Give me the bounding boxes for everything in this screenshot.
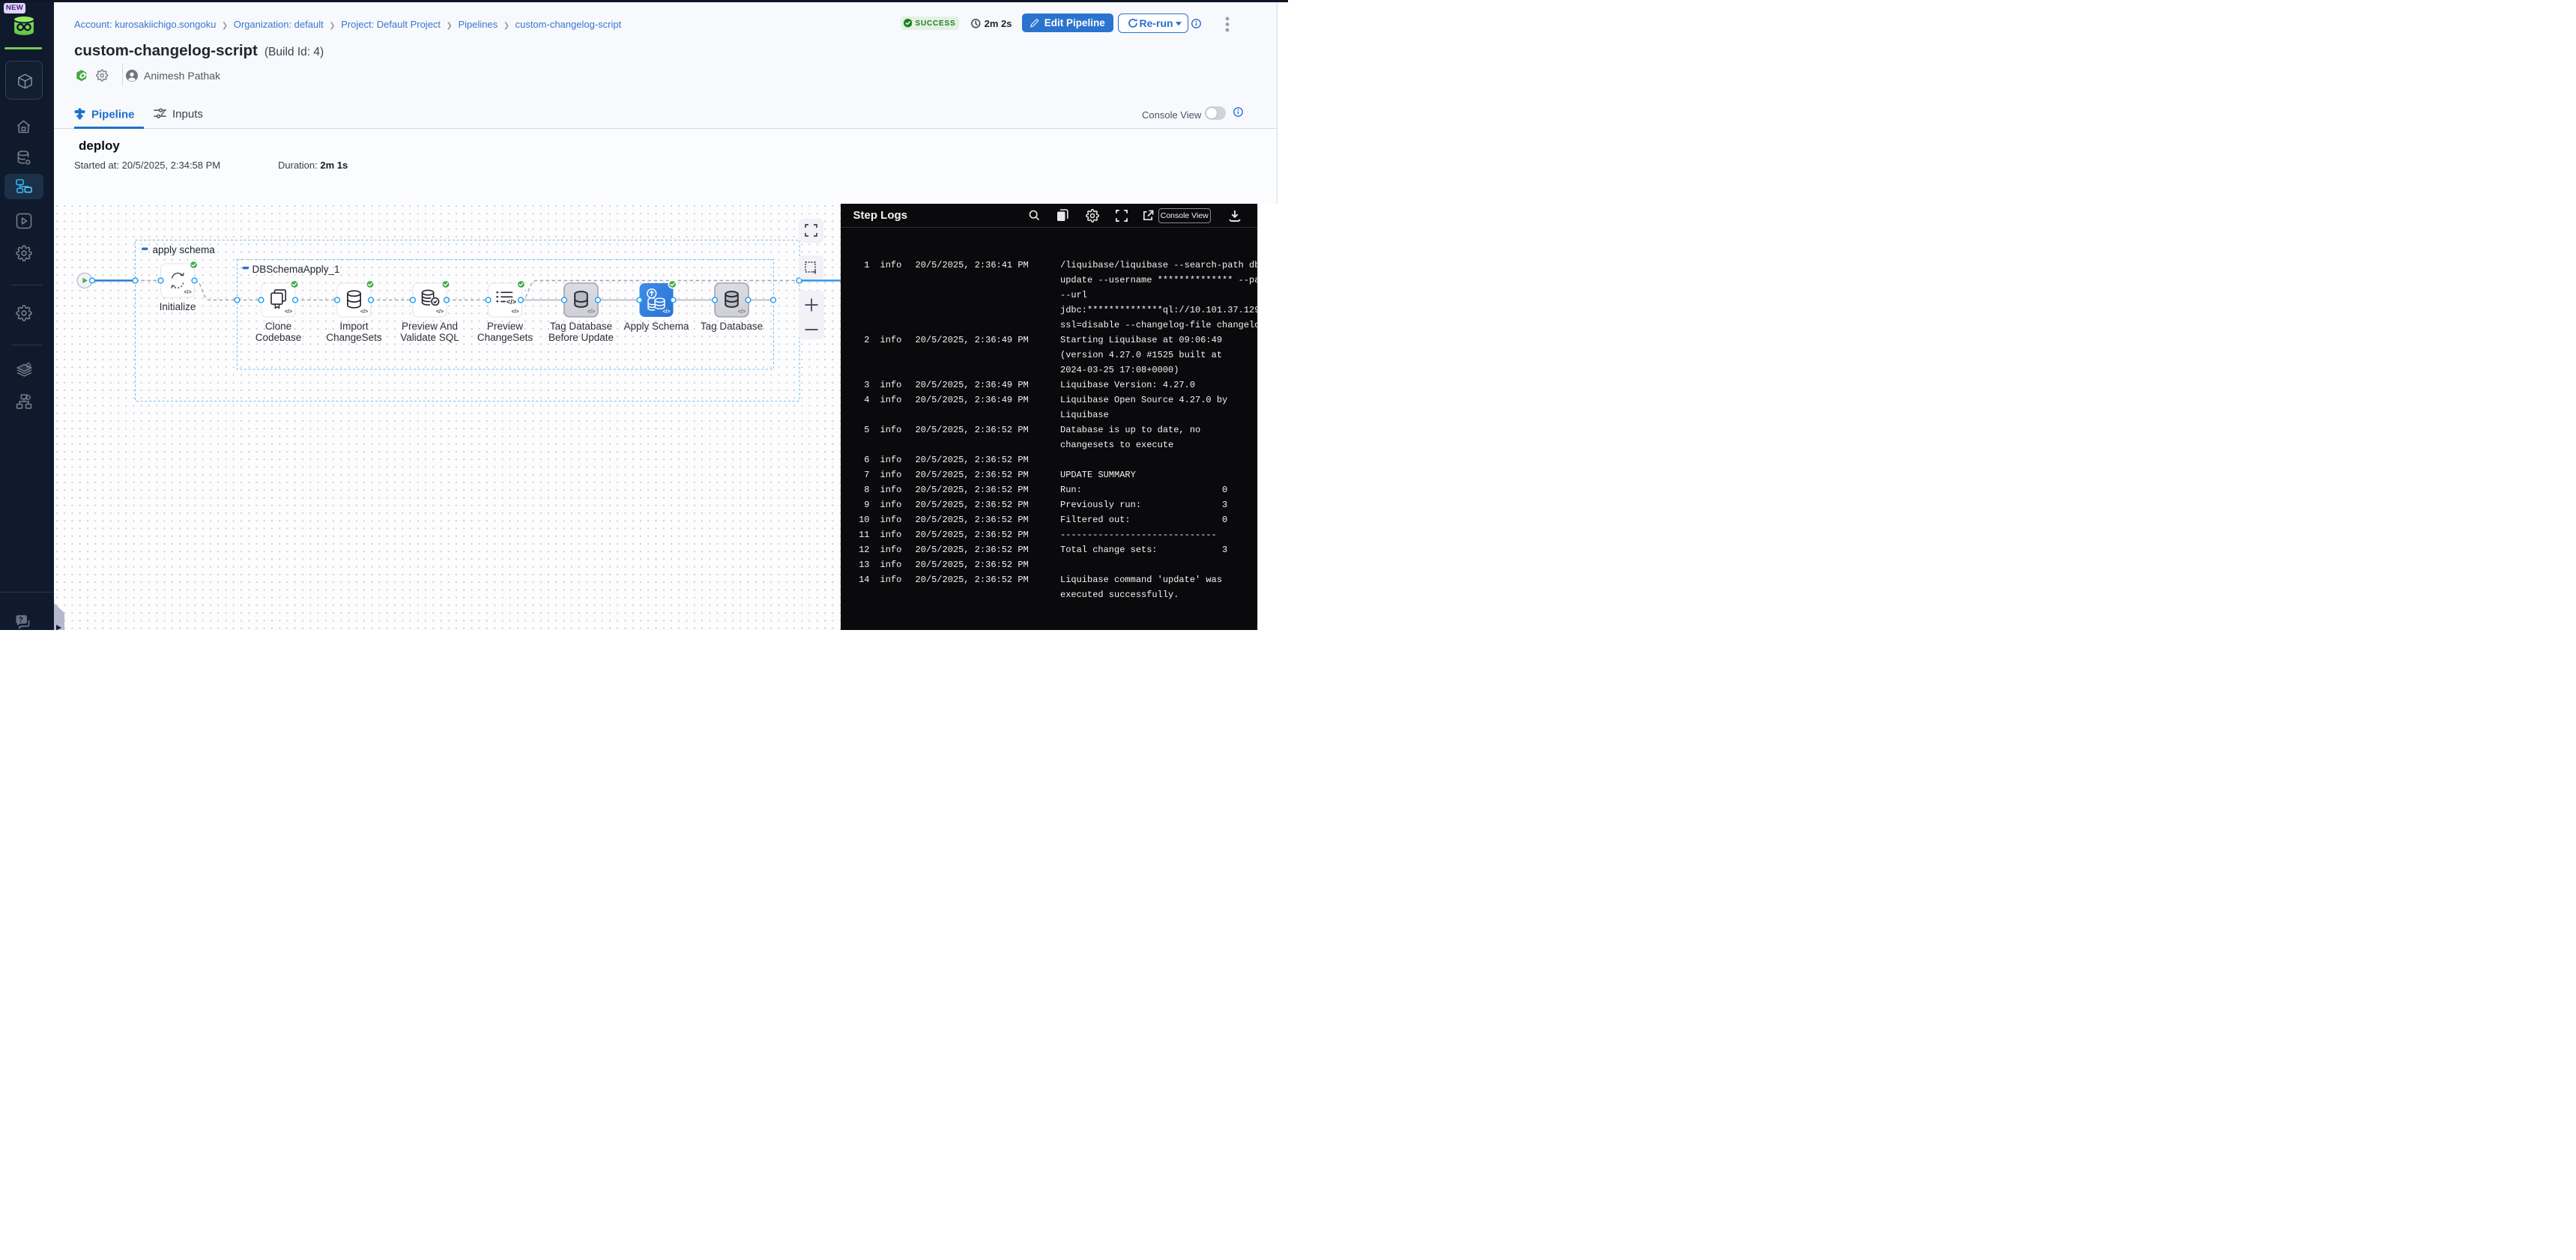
svg-text:</>: </> — [587, 309, 595, 315]
svg-text:</>: </> — [507, 298, 516, 306]
svg-text:</>: </> — [285, 309, 292, 315]
svg-text:</>: </> — [360, 309, 368, 315]
svg-text:</>: </> — [436, 309, 444, 315]
svg-text:</>: </> — [738, 309, 746, 315]
svg-text:</>: </> — [184, 290, 191, 295]
svg-text:?: ? — [18, 616, 22, 625]
svg-text:</>: </> — [662, 309, 670, 315]
svg-text:</>: </> — [511, 309, 518, 315]
